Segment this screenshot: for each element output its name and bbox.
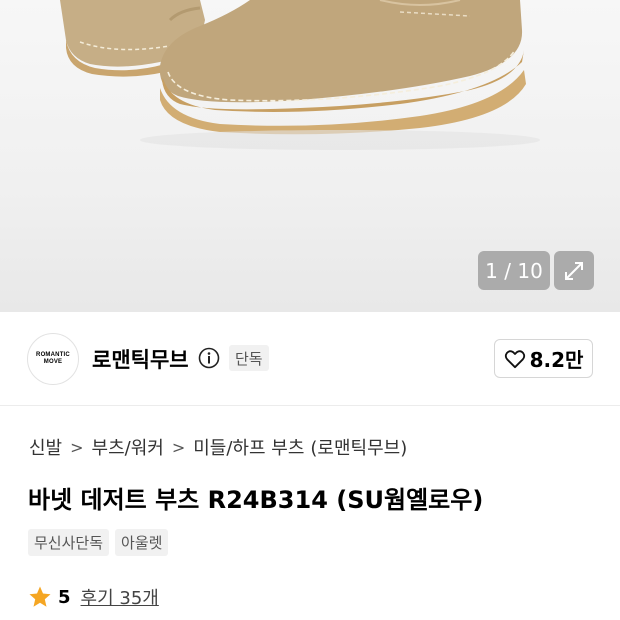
rating-row: 5 후기 35개 — [28, 584, 159, 610]
brand-name[interactable]: 로맨틱무브 — [92, 344, 189, 374]
star-icon — [29, 586, 51, 607]
heart-outline-icon — [504, 349, 525, 368]
product-image-gallery[interactable]: 1 / 10 — [0, 0, 620, 312]
product-tags: 무신사단독 아울렛 — [28, 529, 169, 556]
like-count: 8.2만 — [529, 348, 584, 372]
rating-value: 5 — [58, 586, 71, 608]
brand-row: ROMANTIC MOVE 로맨틱무브 단독 8.2만 — [0, 312, 620, 406]
breadcrumb-item-category[interactable]: 신발 — [29, 434, 62, 460]
image-counter: 1 / 10 — [478, 251, 550, 290]
breadcrumb-item-type[interactable]: 미들/하프 부츠 — [193, 434, 304, 460]
expand-button[interactable] — [554, 251, 594, 290]
exclusive-badge: 단독 — [229, 345, 269, 371]
breadcrumb-item-brand[interactable]: (로맨틱무브) — [310, 434, 407, 460]
tag-outlet: 아울렛 — [115, 529, 169, 556]
info-circle-icon[interactable] — [198, 347, 220, 369]
breadcrumb-item-subcategory[interactable]: 부츠/워커 — [92, 434, 164, 460]
product-title: 바넷 데저트 부츠 R24B314 (SU웜옐로우) — [28, 486, 484, 514]
chevron-right-icon: > — [171, 437, 186, 457]
review-count-link[interactable]: 후기 35개 — [81, 584, 159, 610]
expand-arrows-icon — [565, 261, 583, 280]
tag-musinsa-exclusive: 무신사단독 — [28, 529, 110, 556]
like-button[interactable]: 8.2만 — [494, 339, 593, 378]
brand-logo-text-line2: MOVE — [43, 359, 63, 365]
chevron-right-icon: > — [70, 437, 84, 457]
brand-logo-text-line1: ROMANTIC — [36, 352, 70, 358]
brand-logo[interactable]: ROMANTIC MOVE — [27, 333, 79, 385]
breadcrumb: 신발 > 부츠/워커 > 미들/하프 부츠 (로맨틱무브) — [29, 434, 407, 460]
